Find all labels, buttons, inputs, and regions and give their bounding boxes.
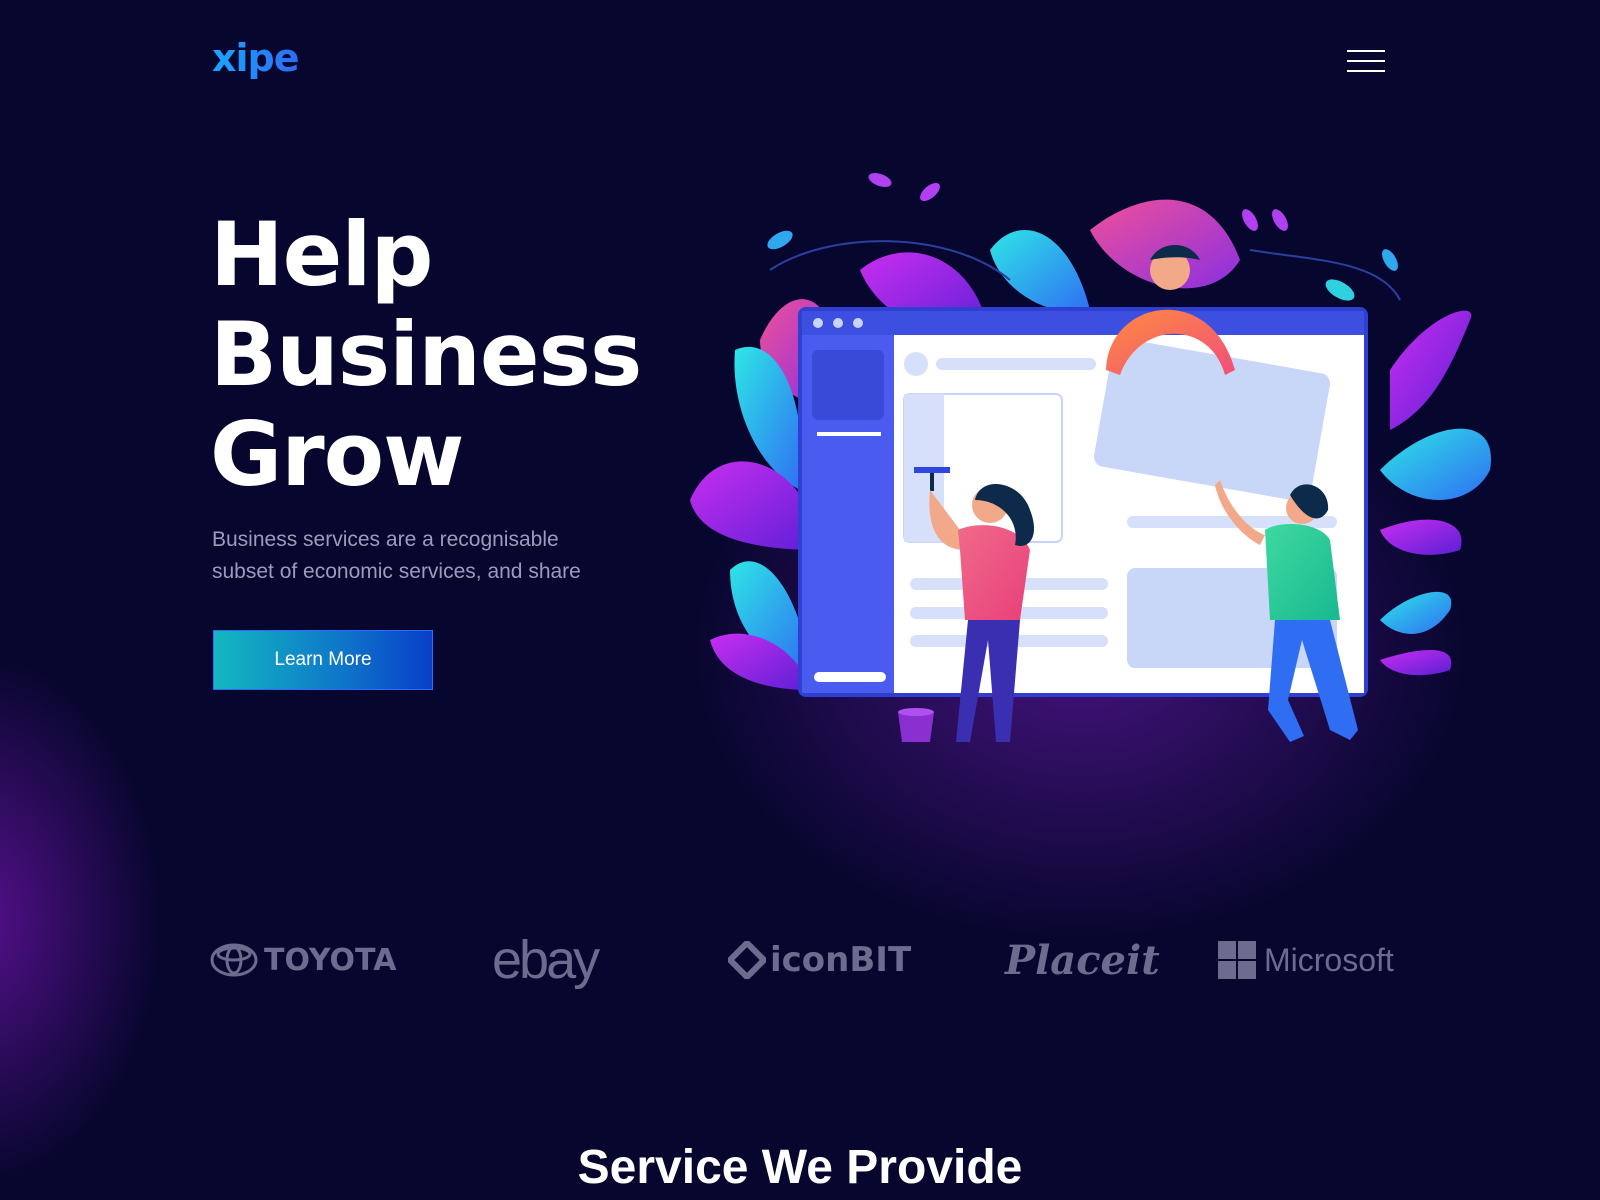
learn-more-button[interactable]: Learn More (213, 630, 433, 690)
partner-logos: TOYOTA ebay iconBIT Placeit Microsoft (210, 925, 1394, 995)
hero-subtitle: Business services are a recognisable sub… (212, 524, 632, 588)
ebay-wordmark: ebay (492, 930, 600, 990)
microsoft-logo: Microsoft (1218, 925, 1394, 995)
microsoft-windows-icon (1218, 941, 1256, 979)
hero-title: Help Business Grow (210, 205, 690, 505)
hamburger-menu-icon[interactable] (1347, 50, 1385, 74)
iconbit-wordmark: iconBIT (770, 940, 912, 980)
hero-subtitle-line: Business services are a recognisable (212, 528, 559, 551)
brand-logo[interactable]: xipe (212, 36, 300, 80)
hero-title-line: Grow (210, 403, 464, 506)
microsoft-wordmark: Microsoft (1264, 941, 1394, 978)
hero-title-line: Help (210, 203, 434, 306)
iconbit-diamond-icon (728, 941, 766, 979)
toyota-wordmark: TOYOTA (264, 942, 397, 978)
hero-subtitle-line: subset of economic services, and share (212, 560, 581, 583)
services-section-title: Service We Provide (577, 1141, 1023, 1194)
toyota-emblem-icon (210, 943, 258, 977)
landing-page: xipe Help Business Grow Business service… (0, 0, 1600, 1200)
placeit-wordmark: Placeit (1005, 936, 1160, 984)
iconbit-logo: iconBIT (728, 925, 911, 995)
placeit-logo: Placeit (1005, 925, 1160, 995)
toyota-logo: TOYOTA (210, 925, 396, 995)
team-building-website-illustration (690, 173, 1491, 742)
hero-title-line: Business (210, 303, 642, 406)
ebay-logo: ebay (492, 925, 600, 995)
